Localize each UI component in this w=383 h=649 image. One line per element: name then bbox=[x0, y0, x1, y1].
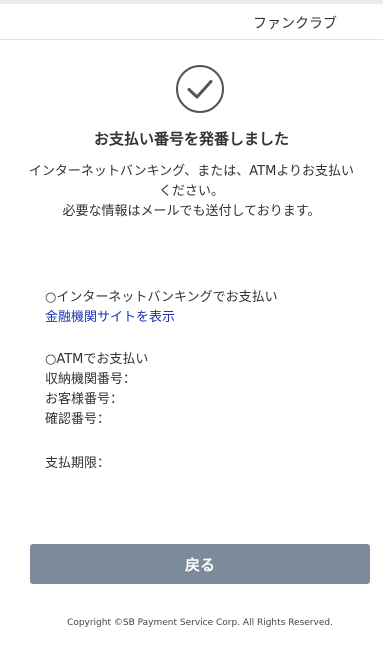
internet-banking-section: ○インターネットバンキングでお支払い 金融機関サイトを表示 bbox=[45, 288, 278, 328]
copyright-text: Copyright ©SB Payment Service Corp. All … bbox=[67, 618, 333, 628]
header-bar: ファンクラブ bbox=[0, 4, 383, 40]
confirmation-number-label: 確認番号： bbox=[45, 412, 111, 427]
atm-section: ○ATMでお支払い 収納機関番号： お客様番号： 確認番号： bbox=[45, 350, 148, 430]
bank-site-link[interactable]: 金融機関サイトを表示 bbox=[45, 308, 278, 328]
payment-deadline-label: 支払期限： bbox=[45, 456, 111, 471]
completion-message-line: インターネットバンキング、または、ATMよりお支払い bbox=[28, 164, 355, 179]
internet-banking-heading: ○インターネットバンキングでお支払い bbox=[45, 290, 278, 305]
back-button[interactable]: 戻る bbox=[30, 544, 370, 584]
deadline-section: 支払期限： bbox=[45, 454, 110, 474]
atm-heading: ○ATMでお支払い bbox=[45, 352, 149, 367]
institution-number-label: 収納機関番号： bbox=[45, 372, 137, 387]
completion-title: お支払い番号を発番しました bbox=[93, 130, 289, 148]
completion-message-line: 必要な情報はメールでも送付しております。 bbox=[62, 204, 321, 219]
completion-message: インターネットバンキング、または、ATMよりお支払い ください。 必要な情報はメ… bbox=[20, 162, 363, 222]
check-circle-icon bbox=[176, 65, 224, 113]
customer-number-label: お客様番号： bbox=[45, 392, 124, 407]
completion-message-line: ください。 bbox=[158, 184, 224, 199]
header-title: ファンクラブ bbox=[253, 16, 337, 32]
